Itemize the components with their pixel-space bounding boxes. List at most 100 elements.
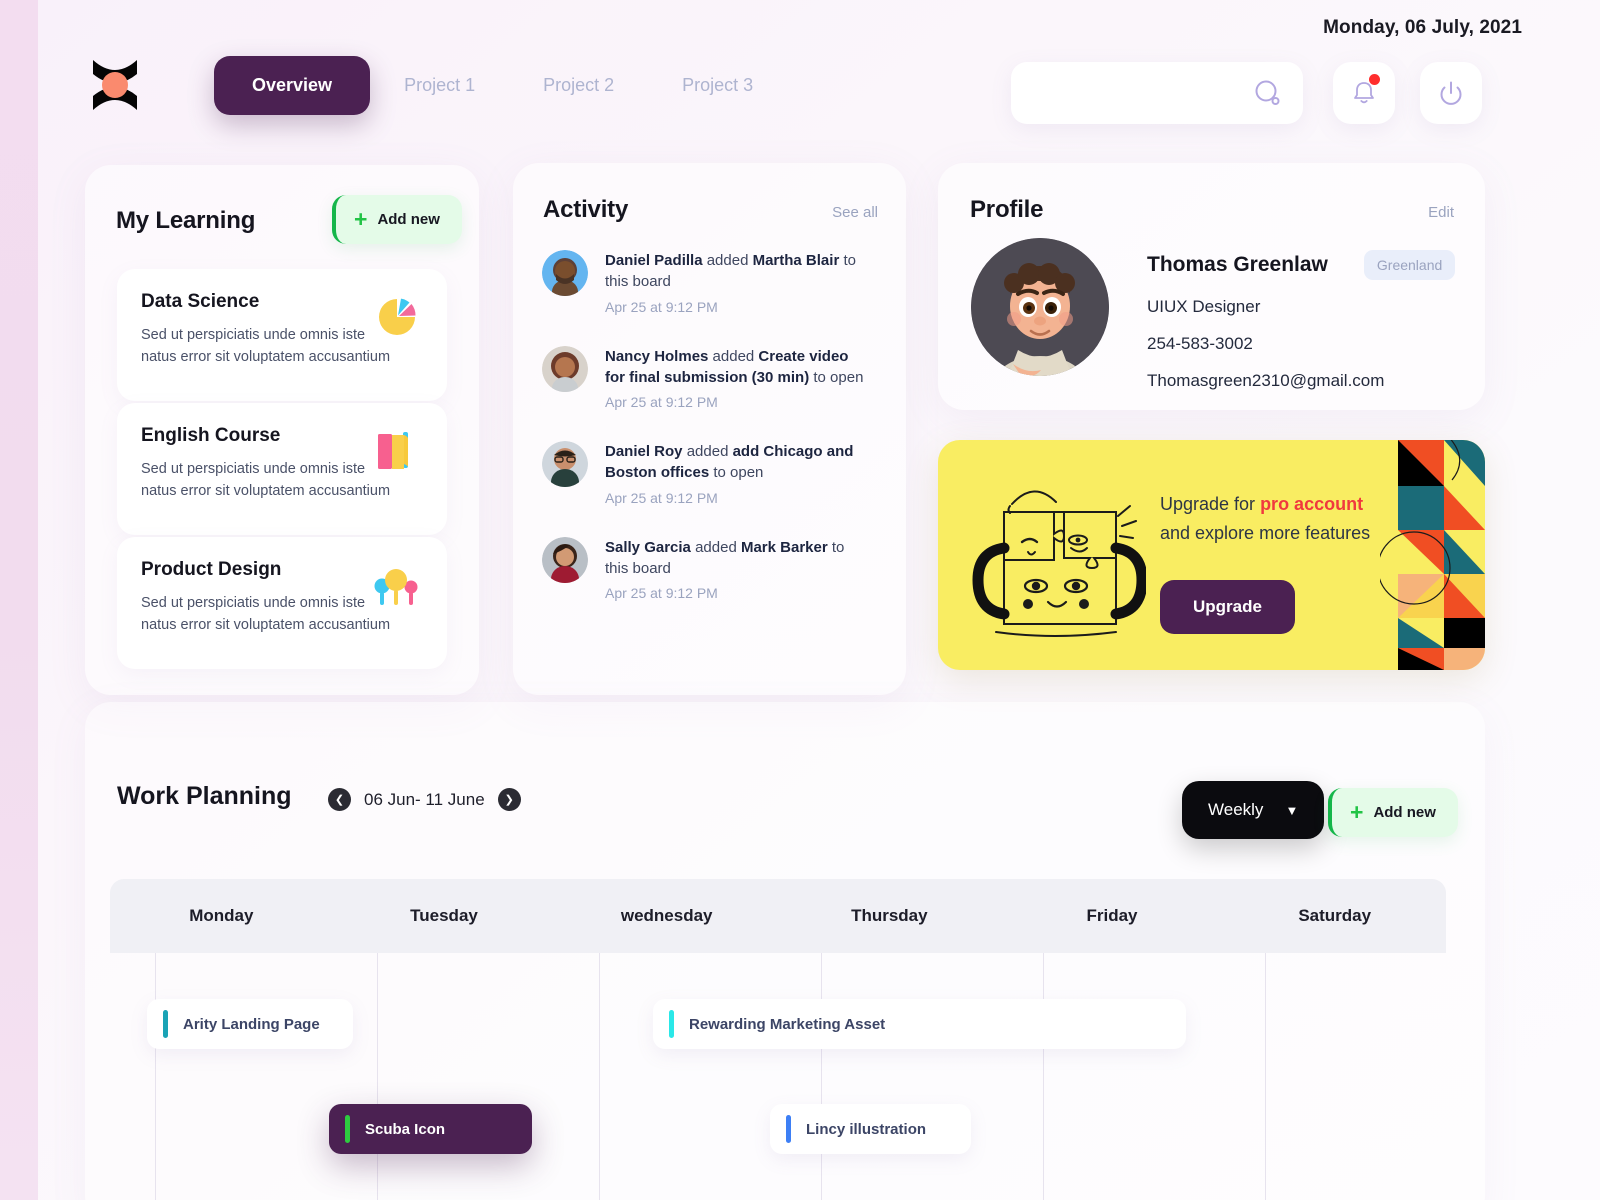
activity-text: Daniel Padilla added Martha Blair to thi…	[605, 250, 867, 293]
learning-add-new-label: Add new	[377, 211, 440, 228]
activity-tail: to open	[809, 368, 864, 386]
avatar	[542, 250, 588, 296]
weekday-thursday: Thursday	[851, 906, 928, 925]
current-date: Monday, 06 July, 2021	[1323, 17, 1522, 38]
nav-item-project-2[interactable]: Project 2	[509, 57, 648, 114]
activity-tail: to open	[709, 464, 764, 482]
weekday-tuesday: Tuesday	[410, 906, 478, 925]
grid-line	[155, 953, 156, 1200]
grid-line	[377, 953, 378, 1200]
weekday-friday: Friday	[1086, 906, 1138, 925]
activity-see-all-link[interactable]: See all	[832, 204, 878, 221]
profile-role: UIUX Designer	[1147, 297, 1261, 316]
planner-add-new-button[interactable]: + Add new	[1328, 788, 1458, 837]
avatar	[542, 345, 588, 392]
list-item[interactable]: Daniel Roy added add Chicago and Boston …	[542, 441, 882, 506]
power-button[interactable]	[1420, 62, 1482, 124]
upgrade-line2: and explore more features	[1160, 522, 1371, 543]
activity-actor: Sally Garcia	[605, 538, 691, 556]
upgrade-banner: Upgrade for pro account and explore more…	[938, 440, 1485, 670]
activity-text: Nancy Holmes added Create video for fina…	[605, 346, 867, 389]
search-box[interactable]	[1011, 62, 1303, 124]
task-card[interactable]: Arity Landing Page	[147, 999, 353, 1049]
activity-verb: added	[708, 347, 759, 365]
profile-name: Thomas Greenlaw	[1147, 253, 1328, 276]
task-card[interactable]: Lincy illustration	[770, 1104, 971, 1154]
activity-panel: Activity See all Daniel Padilla added Ma…	[513, 163, 906, 695]
upgrade-accent: pro account	[1260, 494, 1364, 514]
chevron-right-icon[interactable]: ❯	[497, 788, 521, 811]
list-item[interactable]: Sally Garcia added Mark Barker to this b…	[542, 536, 882, 602]
task-accent-bar	[345, 1115, 350, 1143]
nav-item-project-3[interactable]: Project 3	[648, 57, 787, 114]
upgrade-button[interactable]: Upgrade	[1160, 580, 1295, 634]
view-period-value: Weekly	[1208, 800, 1264, 819]
list-item[interactable]: Nancy Holmes added Create video for fina…	[542, 345, 882, 410]
avatar	[971, 238, 1109, 376]
grid-line	[1043, 953, 1044, 1200]
weekday-saturday: Saturday	[1298, 906, 1372, 925]
task-label: Rewarding Marketing Asset	[689, 1015, 886, 1033]
activity-time: Apr 25 at 9:12 PM	[605, 298, 718, 315]
logo-arc-circle-icon[interactable]	[87, 54, 143, 116]
avatar	[542, 441, 588, 488]
chevron-left-icon[interactable]: ❮	[328, 788, 351, 811]
activity-verb: added	[682, 443, 733, 461]
profile-email: Thomasgreen2310@gmail.com	[1147, 371, 1385, 390]
task-accent-bar	[786, 1115, 791, 1143]
activity-target: Mark Barker	[740, 538, 828, 556]
work-planning-title: Work Planning	[117, 782, 292, 810]
course-card-data-science[interactable]: Data Science Sed ut perspiciatis unde om…	[117, 269, 447, 401]
notifications-button[interactable]	[1333, 62, 1395, 124]
my-learning-panel: My Learning + Add new Data Science Sed u…	[85, 165, 479, 695]
upgrade-text: Upgrade for pro account and explore more…	[1160, 490, 1370, 548]
task-label: Lincy illustration	[806, 1120, 927, 1138]
activity-time: Apr 25 at 9:12 PM	[605, 489, 718, 506]
pie-chart-icon	[373, 293, 421, 346]
geometric-pattern	[1380, 440, 1485, 670]
upgrade-line1-pre: Upgrade for	[1160, 494, 1261, 514]
nav-item-project-1[interactable]: Project 1	[370, 57, 509, 114]
plus-icon: +	[354, 206, 368, 232]
task-accent-bar	[163, 1010, 168, 1038]
calendar-grid: Arity Landing Page Rewarding Marketing A…	[110, 953, 1446, 1200]
task-label: Scuba Icon	[365, 1120, 446, 1138]
activity-time: Apr 25 at 9:12 PM	[605, 585, 718, 602]
course-card-english-course[interactable]: English Course Sed ut perspiciatis unde …	[117, 403, 447, 535]
task-card[interactable]: Rewarding Marketing Asset	[653, 999, 1186, 1049]
task-accent-bar	[669, 1010, 674, 1038]
profile-edit-link[interactable]: Edit	[1428, 204, 1454, 221]
activity-actor: Daniel Padilla	[605, 252, 703, 269]
profile-country-chip: Greenland	[1363, 250, 1456, 280]
task-label: Arity Landing Page	[183, 1015, 320, 1033]
profile-body: Thomas Greenlaw Greenland UIUX Designer …	[971, 238, 1456, 391]
app-root: Monday, 06 July, 2021 Overview Project 1…	[38, 0, 1600, 1200]
power-icon	[1440, 81, 1462, 105]
task-card[interactable]: Scuba Icon	[329, 1104, 532, 1154]
activity-target: Martha Blair	[752, 252, 840, 269]
plus-icon: +	[1350, 799, 1364, 825]
activity-title: Activity	[543, 196, 629, 223]
activity-actor: Daniel Roy	[605, 443, 683, 461]
chevron-down-icon: ▼	[1285, 802, 1299, 818]
course-card-product-design[interactable]: Product Design Sed ut perspiciatis unde …	[117, 537, 447, 669]
course-description: Sed ut perspiciatis unde omnis iste natu…	[141, 461, 391, 500]
activity-text: Sally Garcia added Mark Barker to this b…	[605, 537, 867, 580]
nav-item-overview[interactable]: Overview	[214, 56, 371, 115]
activity-actor: Nancy Holmes	[605, 347, 709, 365]
search-input[interactable]	[1033, 62, 1263, 122]
learning-add-new-button[interactable]: + Add new	[332, 195, 462, 244]
grid-line	[821, 953, 822, 1200]
avatar	[542, 536, 588, 583]
activity-list: Daniel Padilla added Martha Blair to thi…	[542, 250, 882, 626]
balloons-icon	[373, 561, 421, 614]
weekday-header: Monday Tuesday wednesday Thursday Friday…	[110, 879, 1446, 953]
date-range-label: 06 Jun- 11 June	[364, 789, 485, 809]
list-item[interactable]: Daniel Padilla added Martha Blair to thi…	[542, 250, 882, 315]
search-icon[interactable]	[1253, 79, 1283, 114]
view-period-select[interactable]: Weekly ▼	[1182, 781, 1325, 839]
planner-add-new-label: Add new	[1373, 804, 1436, 821]
profile-title: Profile	[970, 196, 1044, 223]
course-description: Sed ut perspiciatis unde omnis iste natu…	[141, 327, 391, 366]
activity-verb: added	[690, 538, 741, 556]
